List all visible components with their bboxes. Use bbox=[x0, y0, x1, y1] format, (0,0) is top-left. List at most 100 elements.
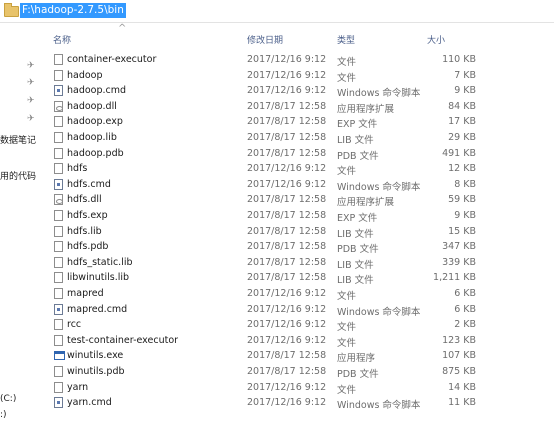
file-date: 2017/8/17 12:58 bbox=[247, 132, 327, 143]
file-type: LIB 文件 bbox=[337, 259, 374, 271]
file-name: hadoop.pdb bbox=[67, 147, 124, 159]
file-icon bbox=[54, 225, 63, 237]
file-date: 2017/12/16 9:12 bbox=[247, 288, 327, 299]
file-icon bbox=[54, 69, 63, 81]
file-icon bbox=[54, 116, 63, 128]
file-row[interactable]: hadoop.dll 2017/8/17 12:58 应用程序扩展 84 KB bbox=[0, 100, 554, 116]
file-row[interactable]: hdfs.lib 2017/8/17 12:58 LIB 文件 15 KB bbox=[0, 225, 554, 241]
file-size: 8 KB bbox=[454, 178, 476, 190]
file-row[interactable]: mapred.cmd 2017/12/16 9:12 Windows 命令脚本 6 K… bbox=[0, 303, 554, 319]
file-row[interactable]: container-executor 2017/12/16 9:12 文件 110 K… bbox=[0, 53, 554, 69]
file-icon bbox=[54, 366, 63, 377]
file-date: 2017/12/16 9:12 bbox=[247, 319, 327, 331]
column-header-name[interactable]: 名称 bbox=[53, 33, 71, 46]
file-icon bbox=[54, 147, 63, 159]
file-size: 339 KB bbox=[442, 256, 476, 268]
file-name: hdfs bbox=[67, 163, 88, 175]
file-date: 2017/8/17 12:58 bbox=[247, 147, 327, 159]
file-size: 6 KB bbox=[454, 303, 476, 315]
file-date: 2017/8/17 12:58 bbox=[247, 210, 327, 221]
file-row[interactable]: hdfs.exp 2017/8/17 12:58 EXP 文件 9 KB bbox=[0, 209, 554, 225]
file-icon bbox=[54, 381, 63, 393]
file-name: yarn.cmd bbox=[67, 397, 112, 409]
file-date: 2017/12/16 9:12 bbox=[247, 397, 327, 409]
file-type: 文件 bbox=[337, 72, 357, 84]
file-size: 491 KB bbox=[442, 147, 476, 159]
file-icon bbox=[54, 132, 63, 143]
file-name: mapred.cmd bbox=[67, 303, 128, 315]
column-header-size[interactable]: 大小 bbox=[427, 33, 445, 46]
file-date: 2017/12/16 9:12 bbox=[247, 334, 327, 346]
file-icon bbox=[54, 288, 63, 299]
file-size: 15 KB bbox=[448, 225, 476, 237]
file-type: LIB 文件 bbox=[337, 275, 374, 287]
file-size: 17 KB bbox=[448, 116, 476, 128]
file-date: 2017/12/16 9:12 bbox=[247, 69, 327, 81]
column-header-date[interactable]: 修改日期 bbox=[247, 33, 283, 46]
column-header-type[interactable]: 类型 bbox=[337, 33, 355, 46]
file-name: rcc bbox=[67, 319, 82, 331]
file-date: 2017/12/16 9:12 bbox=[247, 54, 327, 65]
file-name: mapred bbox=[67, 288, 104, 299]
file-icon bbox=[54, 334, 63, 346]
file-row[interactable]: yarn.cmd 2017/12/16 9:12 Windows 命令脚本 11 KB bbox=[0, 396, 554, 412]
cmd-icon bbox=[54, 397, 63, 409]
file-row[interactable]: hadoop 2017/12/16 9:12 文件 7 KB bbox=[0, 69, 554, 85]
file-row[interactable]: mapred 2017/12/16 9:12 文件 6 KB bbox=[0, 287, 554, 303]
file-name: winutils.exe bbox=[67, 350, 124, 362]
file-type: 文件 bbox=[337, 57, 357, 68]
file-row[interactable]: hadoop.pdb 2017/8/17 12:58 PDB 文件 491 KB bbox=[0, 147, 554, 163]
file-row[interactable]: hadoop.exp 2017/8/17 12:58 EXP 文件 17 KB bbox=[0, 115, 554, 131]
file-row[interactable]: winutils.pdb 2017/8/17 12:58 PDB 文件 875 KB bbox=[0, 365, 554, 381]
file-row[interactable]: libwinutils.lib 2017/8/17 12:58 LIB 文件 1,21… bbox=[0, 271, 554, 287]
address-bar[interactable]: F:\hadoop-2.7.5\bin bbox=[0, 0, 554, 23]
file-size: 2 KB bbox=[454, 319, 476, 331]
file-name: hdfs.dll bbox=[67, 194, 102, 206]
file-type: 文件 bbox=[337, 337, 357, 349]
file-type: 文件 bbox=[337, 322, 357, 334]
file-type: Windows 命令脚本 bbox=[337, 306, 421, 318]
file-size: 107 KB bbox=[442, 350, 476, 362]
file-type: PDB 文件 bbox=[337, 150, 379, 162]
file-size: 347 KB bbox=[442, 241, 476, 253]
file-row[interactable]: yarn 2017/12/16 9:12 文件 14 KB bbox=[0, 381, 554, 397]
file-size: 29 KB bbox=[448, 132, 476, 143]
file-row[interactable]: hdfs.cmd 2017/12/16 9:12 Windows 命令脚本 8 KB bbox=[0, 178, 554, 194]
file-size: 110 KB bbox=[442, 54, 476, 65]
address-path[interactable]: F:\hadoop-2.7.5\bin bbox=[20, 3, 126, 18]
file-row[interactable]: hdfs 2017/12/16 9:12 文件 12 KB bbox=[0, 162, 554, 178]
file-size: 875 KB bbox=[442, 366, 476, 377]
file-row[interactable]: winutils.exe 2017/8/17 12:58 应用程序 107 KB bbox=[0, 349, 554, 365]
file-type: 文件 bbox=[337, 291, 357, 302]
cmd-icon bbox=[54, 178, 63, 190]
dll-icon bbox=[54, 194, 63, 206]
file-name: hdfs.pdb bbox=[67, 241, 109, 253]
file-date: 2017/12/16 9:12 bbox=[247, 85, 327, 97]
column-header-row: 名称 修改日期 类型 大小 bbox=[0, 30, 554, 47]
file-type: LIB 文件 bbox=[337, 135, 374, 146]
file-name: hadoop bbox=[67, 69, 103, 81]
file-row[interactable]: hadoop.lib 2017/8/17 12:58 LIB 文件 29 KB bbox=[0, 131, 554, 147]
file-size: 14 KB bbox=[448, 381, 476, 393]
file-size: 9 KB bbox=[454, 210, 476, 221]
cmd-icon bbox=[54, 85, 63, 97]
file-date: 2017/8/17 12:58 bbox=[247, 100, 327, 112]
file-type: 文件 bbox=[337, 166, 357, 178]
file-size: 12 KB bbox=[448, 163, 476, 175]
file-name: winutils.pdb bbox=[67, 366, 125, 377]
file-row[interactable]: rcc 2017/12/16 9:12 文件 2 KB bbox=[0, 318, 554, 334]
file-row[interactable]: hdfs.dll 2017/8/17 12:58 应用程序扩展 59 KB bbox=[0, 193, 554, 209]
file-type: 应用程序扩展 bbox=[337, 197, 395, 209]
file-row[interactable]: hdfs_static.lib 2017/8/17 12:58 LIB 文件 339 … bbox=[0, 256, 554, 272]
file-icon bbox=[54, 163, 63, 175]
exe-icon bbox=[54, 351, 65, 361]
file-row[interactable]: hadoop.cmd 2017/12/16 9:12 Windows 命令脚本 9 K… bbox=[0, 84, 554, 100]
folder-icon bbox=[4, 3, 19, 17]
file-row[interactable]: test-container-executor 2017/12/16 9:12 文件… bbox=[0, 334, 554, 350]
file-size: 59 KB bbox=[448, 194, 476, 206]
file-date: 2017/12/16 9:12 bbox=[247, 178, 327, 190]
file-row[interactable]: hdfs.pdb 2017/8/17 12:58 PDB 文件 347 KB bbox=[0, 240, 554, 256]
file-name: hadoop.lib bbox=[67, 132, 117, 143]
file-name: libwinutils.lib bbox=[67, 272, 130, 284]
file-name: yarn bbox=[67, 381, 89, 393]
